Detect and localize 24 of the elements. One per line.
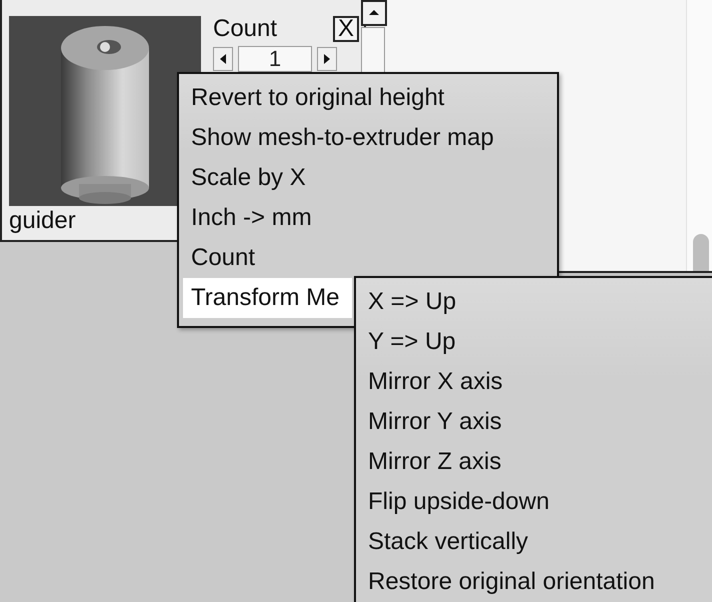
menu-item[interactable]: Revert to original height bbox=[183, 78, 557, 118]
close-button[interactable]: X bbox=[333, 16, 359, 42]
count-label: Count bbox=[213, 14, 278, 44]
menu-item[interactable]: Stack vertically bbox=[356, 522, 712, 562]
right-arrow-icon bbox=[322, 54, 332, 64]
menu-item[interactable]: Transform Me bbox=[183, 278, 352, 318]
menu-item[interactable]: Count bbox=[183, 238, 557, 278]
menu-item[interactable]: Inch -> mm bbox=[183, 198, 557, 238]
menu-item[interactable]: Show mesh-to-extruder map bbox=[183, 118, 557, 158]
decrement-button[interactable] bbox=[213, 47, 233, 71]
menu-item[interactable]: Restore original orientation bbox=[356, 562, 712, 602]
scroll-up-button[interactable] bbox=[361, 0, 387, 26]
increment-button[interactable] bbox=[317, 47, 337, 71]
menu-item[interactable]: X => Up bbox=[356, 282, 712, 322]
menu-item[interactable]: Scale by X bbox=[183, 158, 557, 198]
menu-item[interactable]: Flip upside-down bbox=[356, 482, 712, 522]
left-arrow-icon bbox=[218, 54, 228, 64]
up-arrow-icon bbox=[369, 8, 379, 18]
count-field[interactable]: 1 bbox=[238, 46, 312, 72]
menu-item[interactable]: Mirror Z axis bbox=[356, 442, 712, 482]
menu-item[interactable]: Mirror Y axis bbox=[356, 402, 712, 442]
menu-item[interactable]: Mirror X axis bbox=[356, 362, 712, 402]
menu-item[interactable]: Y => Up bbox=[356, 322, 712, 362]
scrollbar-thumb[interactable] bbox=[693, 234, 709, 271]
